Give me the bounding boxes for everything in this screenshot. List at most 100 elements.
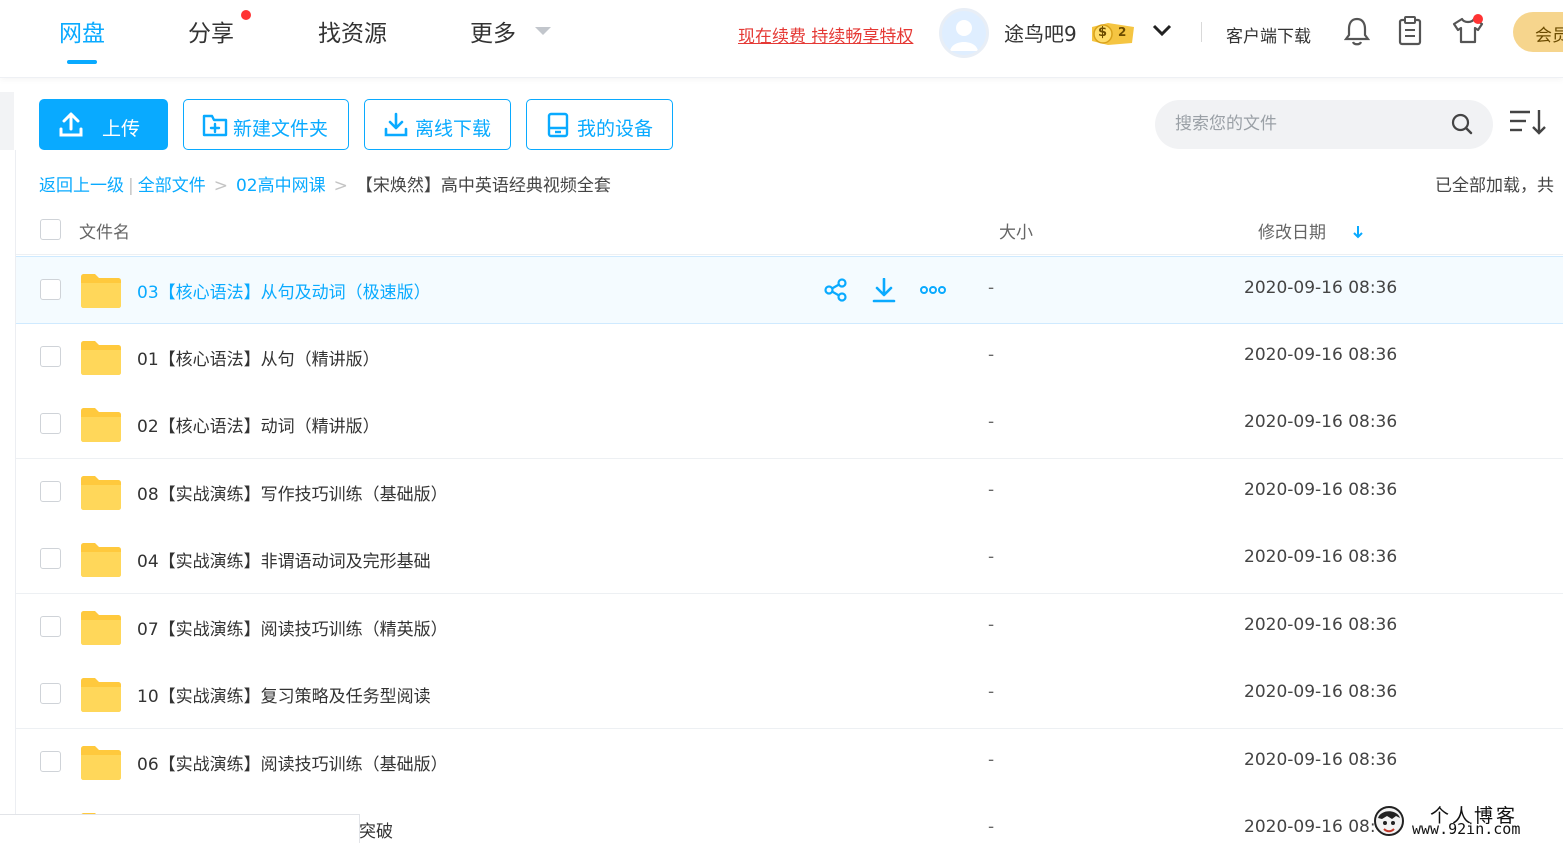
breadcrumb-separator: > [213,176,228,196]
row-checkbox[interactable] [40,480,61,502]
folder-icon [80,273,122,313]
tab-netdisk[interactable]: 网盘 [59,14,105,64]
top-navigation: 网盘 分享 找资源 更多 现在续费 持续畅享特权 途鸟吧9 $ 2 客户端下载 [0,0,1563,78]
offline-download-label: 离线下载 [415,119,492,140]
watermark-logo [1372,804,1406,842]
table-row[interactable]: 07【实战演练】阅读技巧训练（精英版） - 2020-09-16 08:36 [16,593,1563,662]
vip-badge-icon [1092,23,1134,45]
row-checkbox[interactable] [40,413,61,434]
folder-icon [80,475,122,515]
sort-list-icon[interactable] [1508,108,1548,140]
vip-symbol: $ [1098,25,1108,40]
watermark: 个人博客 www.92in.com [1368,800,1558,843]
watermark-url: www.92in.com [1412,820,1521,838]
more-caret-icon[interactable] [535,27,551,35]
skin-notification-dot [1473,14,1483,24]
search-icon[interactable] [1451,113,1473,139]
folder-icon [80,340,122,380]
table-row[interactable]: 06【实战演练】阅读技巧训练（基础版） - 2020-09-16 08:36 [16,728,1563,797]
more-dots-icon[interactable] [920,282,946,301]
breadcrumb-back[interactable]: 返回上一级 [39,176,124,196]
column-size[interactable]: 大小 [999,218,1033,243]
file-modified-date: 2020-09-16 08:36 [1244,614,1398,635]
username[interactable]: 途鸟吧9 [1004,18,1077,47]
file-size: - [988,278,995,298]
row-checkbox[interactable] [40,279,61,300]
row-checkbox[interactable] [40,345,61,367]
tab-more[interactable]: 更多 [470,14,516,48]
column-modified[interactable]: 修改日期 [1258,218,1326,243]
folder-icon [80,407,122,447]
file-size: - [988,682,995,702]
file-name[interactable]: 08【实战演练】写作技巧训练（基础版） [137,480,448,505]
new-folder-button[interactable]: 新建文件夹 [183,99,349,150]
tab-share[interactable]: 分享 [188,14,234,48]
client-download-link[interactable]: 客户端下载 [1226,22,1311,47]
breadcrumb: 返回上一级 | 全部文件 >02高中网课 > 【宋焕然】高中英语经典视频全套 [39,171,611,196]
file-modified-date: 2020-09-16 08:36 [1244,682,1398,702]
row-checkbox[interactable] [40,548,61,569]
active-tab-indicator [67,60,97,64]
file-modified-date: 2020-09-16 08:36 [1244,344,1398,365]
search-box [1155,100,1493,149]
tab-share-label: 分享 [188,21,234,47]
share-icon[interactable] [824,278,848,306]
nav-divider [1201,22,1202,42]
left-sidebar-edge [0,92,14,150]
table-row[interactable]: 10【实战演练】复习策略及任务型阅读 - 2020-09-16 08:36 [16,661,1563,729]
table-row[interactable]: 03【核心语法】从句及动词（极速版） - 2020-09-16 08:36 [16,256,1563,324]
column-filename[interactable]: 文件名 [79,218,130,243]
file-name[interactable]: 10【实战演练】复习策略及任务型阅读 [137,682,431,707]
file-modified-date: 2020-09-16 08:36 [1244,547,1398,567]
row-checkbox[interactable] [40,750,61,772]
avatar[interactable] [939,8,989,58]
loaded-status: 已全部加载，共 [1435,176,1554,196]
chevron-down-icon[interactable] [1152,22,1172,42]
my-devices-button[interactable]: 我的设备 [526,99,673,150]
clipboard-icon[interactable] [1398,16,1422,50]
offline-download-button[interactable]: 离线下载 [364,99,511,150]
search-input[interactable] [1175,112,1435,136]
upload-button[interactable]: 上传 [39,99,168,150]
tab-find-resources-label: 找资源 [318,21,387,47]
breadcrumb-level1[interactable]: 02高中网课 [236,176,326,196]
row-checkbox[interactable] [40,683,61,704]
file-modified-date: 2020-09-16 08:36 [1244,749,1398,770]
table-row[interactable]: 02【核心语法】动词（精讲版） - 2020-09-16 08:36 [16,391,1563,459]
file-size: - [988,412,995,432]
download-icon [383,112,409,144]
file-name[interactable]: 06【实战演练】阅读技巧训练（基础版） [137,750,448,775]
file-name[interactable]: 07【实战演练】阅读技巧训练（精英版） [137,615,448,640]
select-all-checkbox[interactable] [40,219,61,240]
renew-promo-link[interactable]: 现在续费 持续畅享特权 [738,22,913,47]
file-size: - [988,479,995,500]
file-name[interactable]: 突破 [359,817,393,842]
download-icon[interactable] [872,277,896,308]
share-notification-dot [241,10,251,20]
sort-desc-arrow-icon[interactable] [1352,224,1364,243]
file-modified-date: 2020-09-16 08: [1244,817,1376,837]
file-name[interactable]: 03【核心语法】从句及动词（极速版） [137,278,431,303]
vip-level-badge: $ 2 [1088,21,1136,47]
breadcrumb-all-files[interactable]: 全部文件 [138,176,206,196]
table-row[interactable]: 04【实战演练】非谓语动词及完形基础 - 2020-09-16 08:36 [16,526,1563,594]
file-size: - [988,344,995,365]
upload-label: 上传 [102,119,141,140]
table-header: 文件名 大小 修改日期 [16,205,1563,255]
bell-icon[interactable] [1343,16,1371,50]
file-size: - [988,614,995,635]
new-folder-icon [202,112,228,144]
folder-icon [80,542,122,582]
tab-find-resources[interactable]: 找资源 [318,14,387,48]
table-row[interactable]: 01【核心语法】从句（精讲版） - 2020-09-16 08:36 [16,323,1563,392]
file-modified-date: 2020-09-16 08:36 [1244,479,1398,500]
file-name[interactable]: 02【核心语法】动词（精讲版） [137,412,380,437]
file-name[interactable]: 04【实战演练】非谓语动词及完形基础 [137,547,431,572]
table-row[interactable]: 08【实战演练】写作技巧训练（基础版） - 2020-09-16 08:36 [16,458,1563,527]
breadcrumb-pipe: | [128,176,134,196]
row-checkbox[interactable] [40,615,61,637]
tab-netdisk-label: 网盘 [59,21,105,47]
file-name[interactable]: 01【核心语法】从句（精讲版） [137,345,380,370]
member-button[interactable]: 会员 [1513,12,1563,52]
file-size: - [988,749,995,770]
